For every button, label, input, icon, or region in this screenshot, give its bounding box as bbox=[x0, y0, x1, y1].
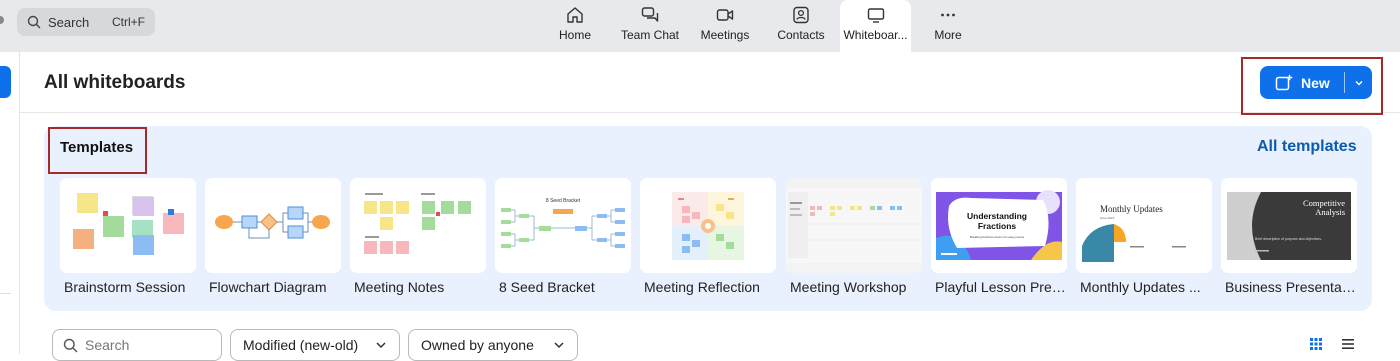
template-label: Meeting Reflection bbox=[644, 279, 760, 295]
tab-contacts-label: Contacts bbox=[777, 28, 825, 42]
template-thumbnail-lesson: Understanding Fractions Breaking fraction… bbox=[931, 178, 1067, 273]
tab-meetings-label: Meetings bbox=[700, 28, 750, 42]
template-card[interactable]: Flowchart Diagram bbox=[205, 178, 341, 295]
sort-dropdown-label: Modified (new-old) bbox=[243, 337, 359, 353]
whiteboard-search-placeholder: Search bbox=[85, 337, 130, 353]
left-rail-active-indicator[interactable] bbox=[0, 66, 11, 98]
chevron-down-icon bbox=[1354, 80, 1363, 86]
new-dropdown-toggle[interactable] bbox=[1345, 66, 1372, 99]
template-label: Monthly Updates ... bbox=[1080, 279, 1201, 295]
whiteboard-search-input[interactable]: Search bbox=[52, 329, 222, 361]
template-card[interactable]: Meeting Reflection bbox=[640, 178, 776, 295]
owner-dropdown-label: Owned by anyone bbox=[421, 337, 534, 353]
template-card[interactable]: Brainstorm Session bbox=[60, 178, 196, 295]
monthly-thumb-date: June 2023 bbox=[1100, 216, 1115, 220]
tab-meetings[interactable]: Meetings bbox=[697, 0, 753, 52]
whiteboard-icon bbox=[867, 8, 884, 23]
left-rail-divider bbox=[0, 293, 11, 294]
template-thumbnail-workshop bbox=[786, 178, 922, 273]
tab-whiteboards[interactable]: Whiteboar... bbox=[840, 0, 911, 52]
template-label: Brainstorm Session bbox=[64, 279, 186, 295]
search-icon bbox=[63, 338, 78, 352]
global-search[interactable]: Search Ctrl+F bbox=[17, 8, 155, 36]
template-thumbnail-brainstorm bbox=[60, 178, 196, 273]
sort-dropdown[interactable]: Modified (new-old) bbox=[230, 329, 400, 361]
tab-more[interactable]: More bbox=[928, 0, 968, 52]
search-icon bbox=[27, 15, 41, 29]
template-thumbnail-monthly: Monthly Updates June 2023 bbox=[1076, 178, 1212, 273]
chevron-down-icon bbox=[554, 342, 564, 349]
page-title: All whiteboards bbox=[44, 72, 186, 93]
template-card[interactable]: Meeting Notes bbox=[350, 178, 486, 295]
template-thumbnail-meeting-notes bbox=[350, 178, 486, 273]
new-whiteboard-button[interactable]: New bbox=[1260, 66, 1372, 99]
template-label: Meeting Notes bbox=[354, 279, 445, 295]
top-bar: Search Ctrl+F Home Team Chat Meetings Co… bbox=[0, 0, 1400, 52]
home-icon bbox=[567, 7, 583, 23]
tab-contacts[interactable]: Contacts bbox=[773, 0, 829, 52]
grid-view-icon[interactable] bbox=[1310, 338, 1322, 350]
tab-team-chat[interactable]: Team Chat bbox=[617, 0, 683, 52]
chat-icon bbox=[641, 7, 659, 22]
tab-more-label: More bbox=[934, 28, 962, 42]
window-dot bbox=[0, 16, 4, 24]
list-view-icon[interactable] bbox=[1342, 338, 1354, 350]
header-divider bbox=[20, 112, 1400, 113]
chevron-down-icon bbox=[376, 342, 386, 349]
template-label: Playful Lesson Pres... bbox=[935, 279, 1067, 295]
video-icon bbox=[716, 9, 734, 21]
global-search-label: Search bbox=[48, 14, 90, 30]
owner-dropdown[interactable]: Owned by anyone bbox=[408, 329, 578, 361]
template-label: Flowchart Diagram bbox=[209, 279, 327, 295]
lesson-thumb-sub: Breaking fractions down into easy pieces bbox=[970, 235, 1025, 239]
all-templates-link[interactable]: All templates bbox=[1257, 138, 1357, 156]
template-thumbnail-reflection bbox=[640, 178, 776, 273]
new-button-main[interactable]: New bbox=[1260, 66, 1344, 99]
template-card[interactable]: Competitive Analysis Brief description of… bbox=[1221, 178, 1357, 295]
templates-heading: Templates bbox=[60, 139, 134, 156]
tab-home[interactable]: Home bbox=[550, 0, 600, 52]
left-rail bbox=[0, 52, 20, 354]
new-board-icon bbox=[1275, 74, 1293, 90]
tab-team-chat-label: Team Chat bbox=[620, 28, 680, 42]
template-thumbnail-business: Competitive Analysis Brief description of… bbox=[1221, 178, 1357, 273]
tab-whiteboards-label: Whiteboar... bbox=[843, 28, 908, 42]
template-card[interactable]: Monthly Updates June 2023 Monthly Update… bbox=[1076, 178, 1212, 295]
template-card[interactable]: 8 Seed Bracket 8 Seed Bracket bbox=[495, 178, 631, 295]
new-button-label: New bbox=[1301, 74, 1330, 91]
template-label: 8 Seed Bracket bbox=[499, 279, 595, 295]
contacts-icon bbox=[793, 6, 809, 24]
template-thumbnail-flowchart bbox=[205, 178, 341, 273]
business-thumb-sub: Brief description of purpose and objecti… bbox=[1255, 237, 1322, 241]
bracket-thumb-title: 8 Seed Bracket bbox=[546, 198, 581, 204]
template-thumbnail-bracket: 8 Seed Bracket bbox=[495, 178, 631, 273]
template-card[interactable]: Meeting Workshop bbox=[786, 178, 922, 295]
template-label: Business Presentat... bbox=[1225, 279, 1357, 295]
tab-home-label: Home bbox=[558, 28, 591, 42]
template-label: Meeting Workshop bbox=[790, 279, 907, 295]
template-card[interactable]: Understanding Fractions Breaking fraction… bbox=[931, 178, 1067, 295]
monthly-thumb-title: Monthly Updates bbox=[1100, 204, 1163, 214]
more-icon bbox=[941, 13, 955, 17]
search-shortcut: Ctrl+F bbox=[112, 15, 145, 29]
